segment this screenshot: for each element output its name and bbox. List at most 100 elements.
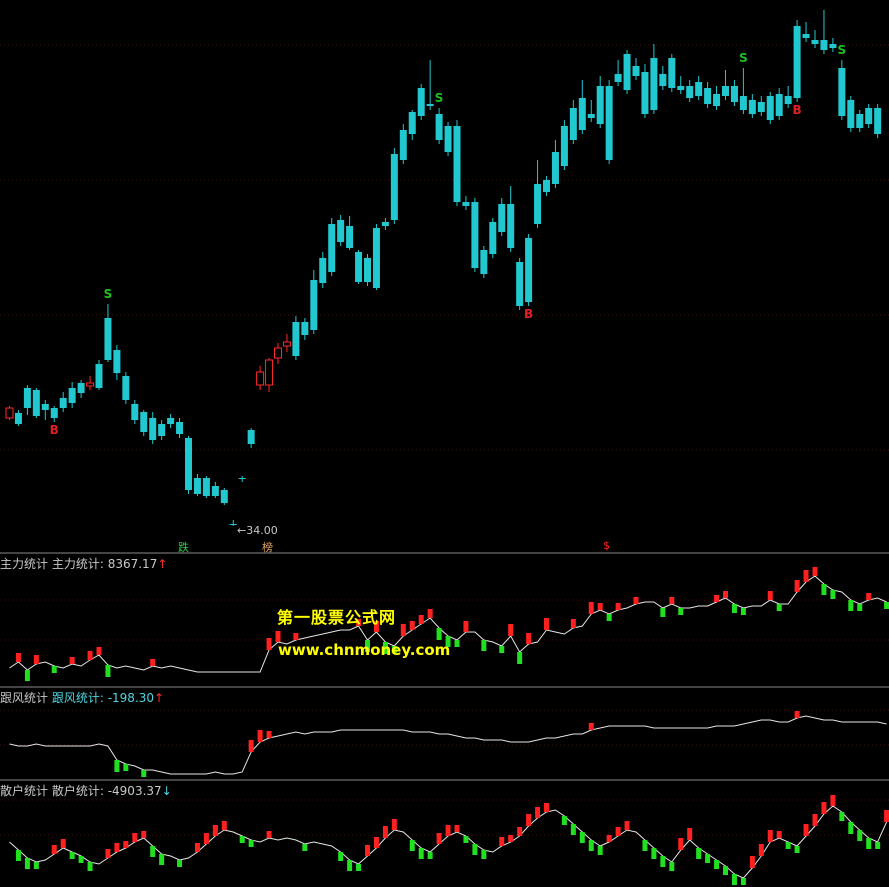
bar-marker bbox=[212, 825, 218, 836]
candle-body bbox=[829, 44, 837, 48]
candlestick-series bbox=[5, 10, 882, 526]
candle-body bbox=[766, 96, 774, 120]
candle-body bbox=[167, 418, 175, 424]
candle-body bbox=[399, 130, 407, 160]
candle-body bbox=[659, 74, 667, 86]
bar-marker bbox=[96, 647, 102, 655]
bar-marker bbox=[830, 795, 836, 806]
candle-body bbox=[131, 404, 139, 420]
bar-marker bbox=[418, 615, 424, 624]
bar-marker bbox=[150, 846, 156, 857]
bar-marker bbox=[517, 652, 523, 664]
candle-body bbox=[551, 152, 559, 184]
bar-marker bbox=[338, 852, 344, 861]
panel-value: -4903.37 bbox=[107, 784, 162, 798]
candle-body bbox=[86, 382, 95, 387]
candle-body bbox=[874, 108, 882, 134]
candle-body bbox=[301, 322, 309, 335]
candle-body bbox=[516, 262, 524, 306]
signal-sell: S bbox=[838, 43, 847, 57]
bar-marker bbox=[794, 846, 800, 853]
bar-marker bbox=[105, 665, 111, 677]
panel-label: 主力统计: bbox=[51, 557, 108, 571]
panel-retail bbox=[9, 795, 889, 885]
signal-buy: B bbox=[793, 103, 802, 117]
candle-body bbox=[23, 388, 31, 408]
candle-body bbox=[372, 228, 380, 288]
candle-body bbox=[462, 202, 470, 206]
candle-body bbox=[534, 184, 542, 224]
signal-buy: B bbox=[524, 307, 533, 321]
candle-body bbox=[695, 82, 703, 96]
bar-marker bbox=[427, 609, 433, 618]
bar-marker bbox=[714, 595, 720, 602]
candle-body bbox=[50, 408, 58, 418]
bar-marker bbox=[642, 840, 648, 851]
watermark-cn: 第一股票公式网 bbox=[277, 608, 397, 627]
bar-marker bbox=[597, 603, 603, 610]
bar-marker bbox=[535, 807, 541, 818]
bar-marker bbox=[839, 812, 845, 821]
candle-body bbox=[149, 418, 157, 440]
bar-marker bbox=[723, 591, 728, 598]
candle-body bbox=[211, 486, 219, 496]
bar-marker bbox=[24, 670, 30, 681]
candle-body bbox=[471, 202, 479, 268]
candle-body bbox=[355, 252, 363, 282]
candle-body bbox=[614, 74, 622, 82]
signal-sell: S bbox=[435, 91, 444, 105]
bar-marker bbox=[615, 827, 621, 836]
candle-body bbox=[453, 126, 461, 202]
bar-marker bbox=[803, 824, 809, 836]
bar-marker bbox=[15, 653, 21, 662]
bar-marker bbox=[517, 827, 523, 836]
bar-marker bbox=[114, 843, 120, 852]
arrow-left-icon: ← bbox=[237, 524, 247, 537]
candle-body bbox=[686, 86, 694, 98]
bar-marker bbox=[400, 624, 406, 636]
candle-body bbox=[229, 524, 237, 525]
bar-marker bbox=[731, 604, 737, 613]
bar-marker bbox=[87, 862, 93, 871]
bar-marker bbox=[794, 580, 800, 592]
bar-marker bbox=[749, 856, 755, 868]
bar-marker bbox=[427, 852, 433, 859]
bar-marker bbox=[570, 824, 576, 835]
candle-body bbox=[730, 86, 738, 102]
bar-marker bbox=[857, 830, 863, 841]
bar-marker bbox=[714, 860, 720, 869]
candle-body bbox=[784, 96, 792, 104]
bar-marker bbox=[257, 730, 263, 742]
candle-body bbox=[489, 222, 497, 254]
panel-main-force bbox=[9, 567, 889, 681]
bar-marker bbox=[194, 843, 200, 852]
candle-body bbox=[757, 102, 765, 112]
candle-body bbox=[775, 94, 783, 116]
signal-sell: S bbox=[104, 287, 113, 301]
candle-body bbox=[435, 114, 443, 140]
arrow-down-icon: ↓ bbox=[161, 784, 172, 798]
bar-marker bbox=[740, 878, 746, 885]
bar-marker bbox=[633, 597, 639, 604]
candle-body bbox=[722, 86, 729, 96]
candle-body bbox=[587, 114, 595, 118]
chart-canvas: S B S B S B S bbox=[0, 10, 889, 885]
candle-body bbox=[704, 88, 712, 104]
candle-body bbox=[104, 318, 112, 360]
bar-marker bbox=[884, 810, 889, 822]
candle-body bbox=[265, 359, 274, 386]
bar-marker bbox=[472, 844, 478, 855]
bar-marker bbox=[866, 838, 872, 849]
bar-marker bbox=[687, 828, 693, 840]
bar-marker bbox=[848, 600, 854, 611]
trade-signals: S B S B S B S bbox=[50, 43, 847, 437]
bar-marker bbox=[588, 602, 594, 614]
candle-body bbox=[41, 404, 49, 410]
panel-header-main-force: 主力统计 主力统计: 8367.17↑ bbox=[0, 555, 167, 572]
bar-marker bbox=[266, 638, 272, 650]
candle-body bbox=[569, 108, 577, 140]
bar-marker bbox=[669, 862, 675, 871]
candle-body bbox=[865, 108, 873, 124]
panel-value: 8367.17 bbox=[107, 557, 158, 571]
bar-marker bbox=[454, 640, 460, 647]
